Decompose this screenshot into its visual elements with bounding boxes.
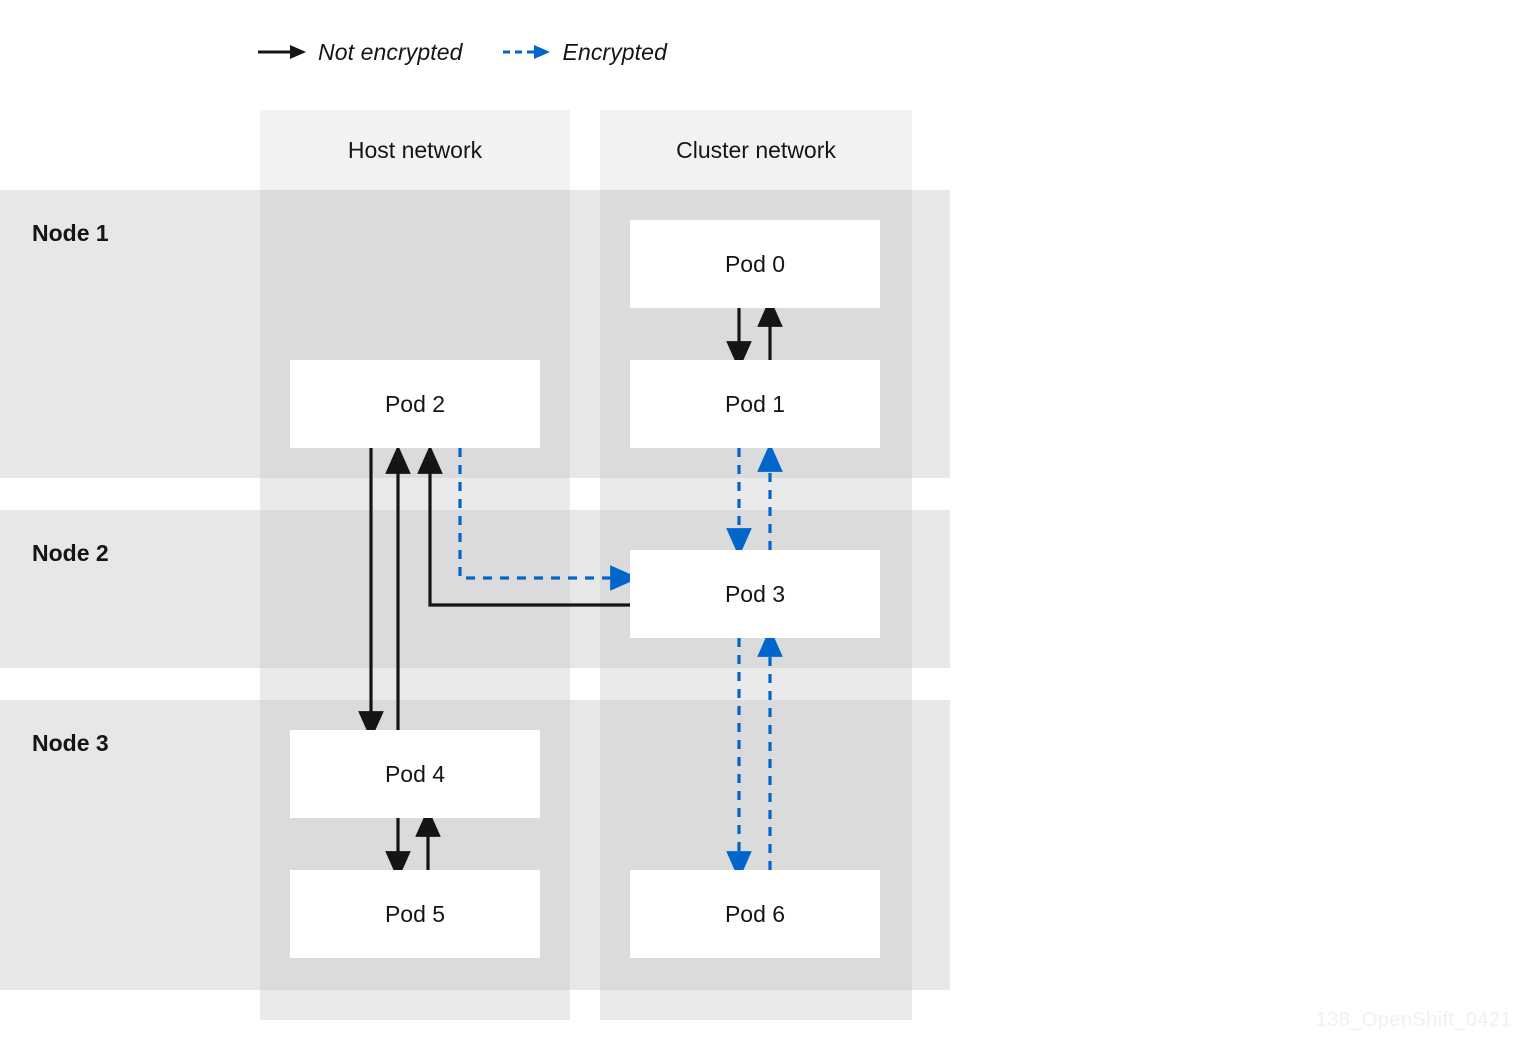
legend-label-not-encrypted: Not encrypted	[318, 38, 463, 65]
pod-label-pod5: Pod 5	[384, 900, 446, 927]
pod-box-pod1[interactable]: Pod 1	[630, 360, 880, 448]
node-label-node2: Node 2	[32, 540, 109, 566]
legend-item-not-encrypted: Not encrypted	[258, 39, 463, 66]
legend-item-encrypted: Encrypted	[502, 38, 667, 66]
pod-box-pod0[interactable]: Pod 0	[630, 220, 880, 308]
column-header-cluster: Cluster network	[600, 110, 912, 190]
pod-box-pod5[interactable]: Pod 5	[290, 870, 540, 958]
pod-box-pod4[interactable]: Pod 4	[290, 730, 540, 818]
pod-label-pod2: Pod 2	[384, 390, 446, 417]
pod-label-pod3: Pod 3	[724, 580, 786, 607]
pod-box-pod3[interactable]: Pod 3	[630, 550, 880, 638]
pod-label-pod1: Pod 1	[724, 390, 786, 417]
solid-arrow-icon	[258, 45, 306, 59]
diagram-canvas: Not encrypted Encrypted Host network Clu…	[0, 0, 1520, 1054]
pod-label-pod6: Pod 6	[724, 900, 786, 927]
dashed-arrow-icon	[502, 45, 550, 59]
column-header-host: Host network	[260, 110, 570, 190]
pod-label-pod4: Pod 4	[384, 760, 446, 787]
pod-label-pod0: Pod 0	[724, 250, 786, 277]
pod-box-pod6[interactable]: Pod 6	[630, 870, 880, 958]
column-header-label-host: Host network	[347, 136, 483, 163]
legend-label-encrypted: Encrypted	[562, 38, 667, 65]
legend: Not encrypted Encrypted	[258, 30, 667, 74]
node-label-node3: Node 3	[32, 730, 109, 756]
node-label-node1: Node 1	[32, 220, 109, 246]
column-header-label-cluster: Cluster network	[676, 136, 836, 163]
watermark: 138_OpenShift_0421	[1315, 1009, 1512, 1031]
pod-box-pod2[interactable]: Pod 2	[290, 360, 540, 448]
